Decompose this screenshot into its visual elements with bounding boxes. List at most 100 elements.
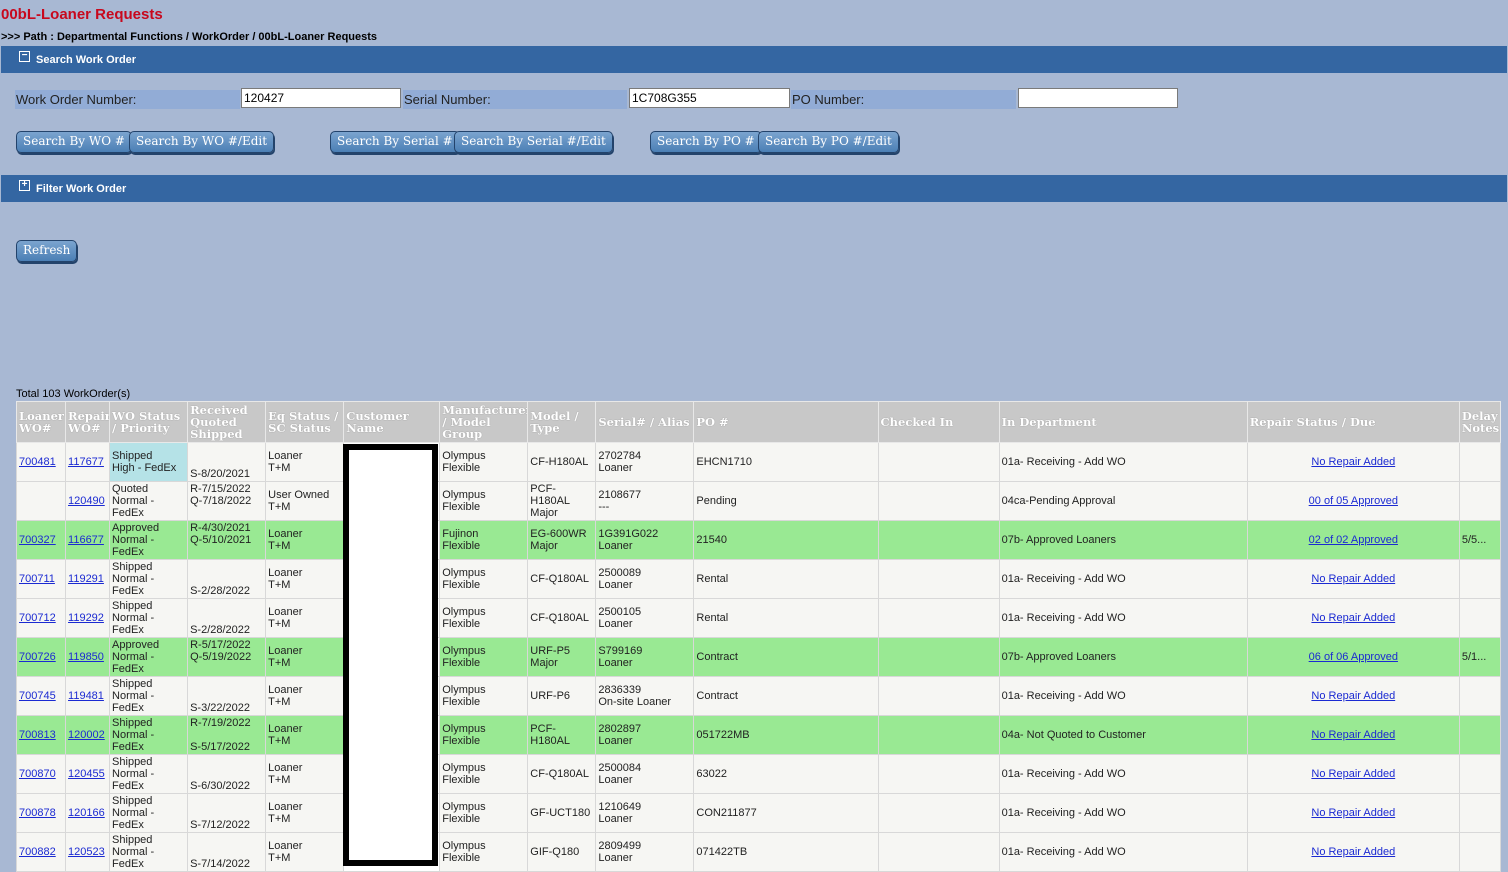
collapse-icon[interactable]: − [19, 51, 30, 62]
loaner-wo-cell[interactable]: 700481 [15, 442, 67, 482]
repair-status-link[interactable]: 06 of 06 Approved [1309, 651, 1398, 663]
repair-status-cell[interactable]: 06 of 06 Approved [1246, 637, 1460, 677]
search-work-order-bar[interactable]: − Search Work Order [1, 46, 1507, 73]
loaner-wo-link[interactable]: 700712 [19, 612, 56, 624]
repair-wo-cell[interactable]: 119291 [65, 559, 111, 599]
refresh-button[interactable]: Refresh [16, 240, 78, 262]
repair-status-link[interactable]: No Repair Added [1311, 690, 1395, 702]
repair-status-link[interactable]: 02 of 02 Approved [1309, 534, 1398, 546]
loaner-wo-cell[interactable] [15, 481, 67, 521]
table-row[interactable]: 700726 119850 Approved Normal - FedEx R-5/17/… [15, 637, 1502, 677]
repair-wo-cell[interactable]: 116677 [65, 520, 111, 560]
repair-wo-link[interactable]: 120455 [68, 768, 105, 780]
loaner-wo-cell[interactable]: 700745 [15, 676, 67, 716]
repair-status-cell[interactable]: No Repair Added [1246, 754, 1460, 794]
repair-status-cell[interactable]: No Repair Added [1246, 715, 1460, 755]
loaner-wo-cell[interactable]: 700878 [15, 793, 67, 833]
repair-status-cell[interactable]: 02 of 02 Approved [1246, 520, 1460, 560]
repair-wo-link[interactable]: 120490 [68, 495, 105, 507]
repair-wo-cell[interactable]: 119850 [65, 637, 111, 677]
header-po[interactable]: PO # [693, 401, 879, 443]
loaner-wo-link[interactable]: 700878 [19, 807, 56, 819]
header-received[interactable]: Received Quoted Shipped [187, 401, 267, 443]
repair-wo-link[interactable]: 120002 [68, 729, 105, 741]
repair-status-link[interactable]: No Repair Added [1311, 807, 1395, 819]
expand-icon[interactable]: + [19, 180, 30, 191]
loaner-wo-link[interactable]: 700726 [19, 651, 56, 663]
repair-wo-link[interactable]: 119291 [68, 573, 104, 585]
search-by-serial-button[interactable]: Search By Serial # [330, 131, 460, 153]
loaner-wo-link[interactable]: 700745 [19, 690, 56, 702]
repair-status-link[interactable]: No Repair Added [1311, 768, 1395, 780]
table-row[interactable]: 700327 116677 Approved Normal - FedEx R-4/30/… [15, 520, 1502, 560]
repair-wo-link[interactable]: 119850 [68, 651, 104, 663]
header-wo-status[interactable]: WO Status / Priority [109, 401, 189, 443]
repair-wo-link[interactable]: 117677 [68, 456, 104, 468]
repair-wo-cell[interactable]: 120455 [65, 754, 111, 794]
repair-wo-link[interactable]: 116677 [68, 534, 104, 546]
serial-number-input[interactable] [629, 88, 790, 108]
repair-status-cell[interactable]: No Repair Added [1246, 793, 1460, 833]
repair-status-link[interactable]: No Repair Added [1311, 456, 1395, 468]
table-row[interactable]: 700481 117677 Shipped High - FedEx S-8/20/2… [15, 442, 1502, 482]
repair-wo-cell[interactable]: 120523 [65, 832, 111, 872]
search-by-wo-button[interactable]: Search By WO # [16, 131, 132, 153]
repair-wo-cell[interactable]: 119292 [65, 598, 111, 638]
repair-status-cell[interactable]: No Repair Added [1246, 598, 1460, 638]
header-loaner-wo[interactable]: Loaner WO# [15, 401, 67, 443]
search-by-wo-edit-button[interactable]: Search By WO #/Edit [129, 131, 275, 153]
repair-wo-cell[interactable]: 120166 [65, 793, 111, 833]
table-row[interactable]: 700711 119291 Shipped Normal - FedEx S-2/28/… [15, 559, 1502, 599]
search-by-serial-edit-button[interactable]: Search By Serial #/Edit [454, 131, 613, 153]
repair-status-link[interactable]: 00 of 05 Approved [1309, 495, 1398, 507]
header-checked-in[interactable]: Checked In [877, 401, 1000, 443]
loaner-wo-cell[interactable]: 700327 [15, 520, 67, 560]
repair-status-link[interactable]: No Repair Added [1311, 573, 1395, 585]
repair-status-link[interactable]: No Repair Added [1311, 612, 1395, 624]
loaner-wo-cell[interactable]: 700870 [15, 754, 67, 794]
repair-status-link[interactable]: No Repair Added [1311, 729, 1395, 741]
loaner-wo-link[interactable]: 700870 [19, 768, 56, 780]
repair-status-link[interactable]: No Repair Added [1311, 846, 1395, 858]
repair-wo-cell[interactable]: 120002 [65, 715, 111, 755]
header-department[interactable]: In Department [998, 401, 1248, 443]
header-manufacturer[interactable]: Manufacturer / Model Group [439, 401, 529, 443]
repair-wo-link[interactable]: 119481 [68, 690, 104, 702]
header-repair-wo[interactable]: Repair WO# [65, 401, 111, 443]
repair-status-cell[interactable]: 00 of 05 Approved [1246, 481, 1460, 521]
table-row[interactable]: 700878 120166 Shipped Normal - FedEx S-7/12/… [15, 793, 1502, 833]
search-by-po-edit-button[interactable]: Search By PO #/Edit [758, 131, 899, 153]
loaner-wo-cell[interactable]: 700882 [15, 832, 67, 872]
repair-status-cell[interactable]: No Repair Added [1246, 832, 1460, 872]
repair-status-cell[interactable]: No Repair Added [1246, 676, 1460, 716]
repair-wo-cell[interactable]: 119481 [65, 676, 111, 716]
loaner-wo-cell[interactable]: 700813 [15, 715, 67, 755]
loaner-wo-cell[interactable]: 700726 [15, 637, 67, 677]
repair-wo-link[interactable]: 119292 [68, 612, 104, 624]
table-row[interactable]: 700745 119481 Shipped Normal - FedEx S-3/22/… [15, 676, 1502, 716]
table-row[interactable]: 700712 119292 Shipped Normal - FedEx S-2/28/… [15, 598, 1502, 638]
search-by-po-button[interactable]: Search By PO # [650, 131, 762, 153]
repair-wo-cell[interactable]: 120490 [65, 481, 111, 521]
table-row[interactable]: 700813 120002 Shipped Normal - FedEx R-7/19/2… [15, 715, 1502, 755]
header-customer[interactable]: Customer Name [343, 401, 441, 443]
loaner-wo-link[interactable]: 700882 [19, 846, 56, 858]
table-row[interactable]: 700870 120455 Shipped Normal - FedEx S-6/30/… [15, 754, 1502, 794]
loaner-wo-link[interactable]: 700711 [19, 573, 55, 585]
header-model[interactable]: Model / Type [527, 401, 597, 443]
header-repair-status[interactable]: Repair Status / Due [1246, 401, 1460, 443]
filter-work-order-bar[interactable]: + Filter Work Order [1, 175, 1507, 202]
loaner-wo-cell[interactable]: 700711 [15, 559, 67, 599]
loaner-wo-link[interactable]: 700481 [19, 456, 56, 468]
po-number-input[interactable] [1018, 88, 1178, 108]
repair-status-cell[interactable]: No Repair Added [1246, 559, 1460, 599]
work-order-number-input[interactable] [241, 88, 401, 108]
repair-wo-link[interactable]: 120523 [68, 846, 105, 858]
repair-wo-cell[interactable]: 117677 [65, 442, 111, 482]
header-eq-status[interactable]: Eq Status / SC Status [265, 401, 345, 443]
loaner-wo-link[interactable]: 700327 [19, 534, 56, 546]
loaner-wo-cell[interactable]: 700712 [15, 598, 67, 638]
header-serial[interactable]: Serial# / Alias [595, 401, 695, 443]
header-delay-notes[interactable]: Delay Notes [1458, 401, 1502, 443]
repair-wo-link[interactable]: 120166 [68, 807, 105, 819]
